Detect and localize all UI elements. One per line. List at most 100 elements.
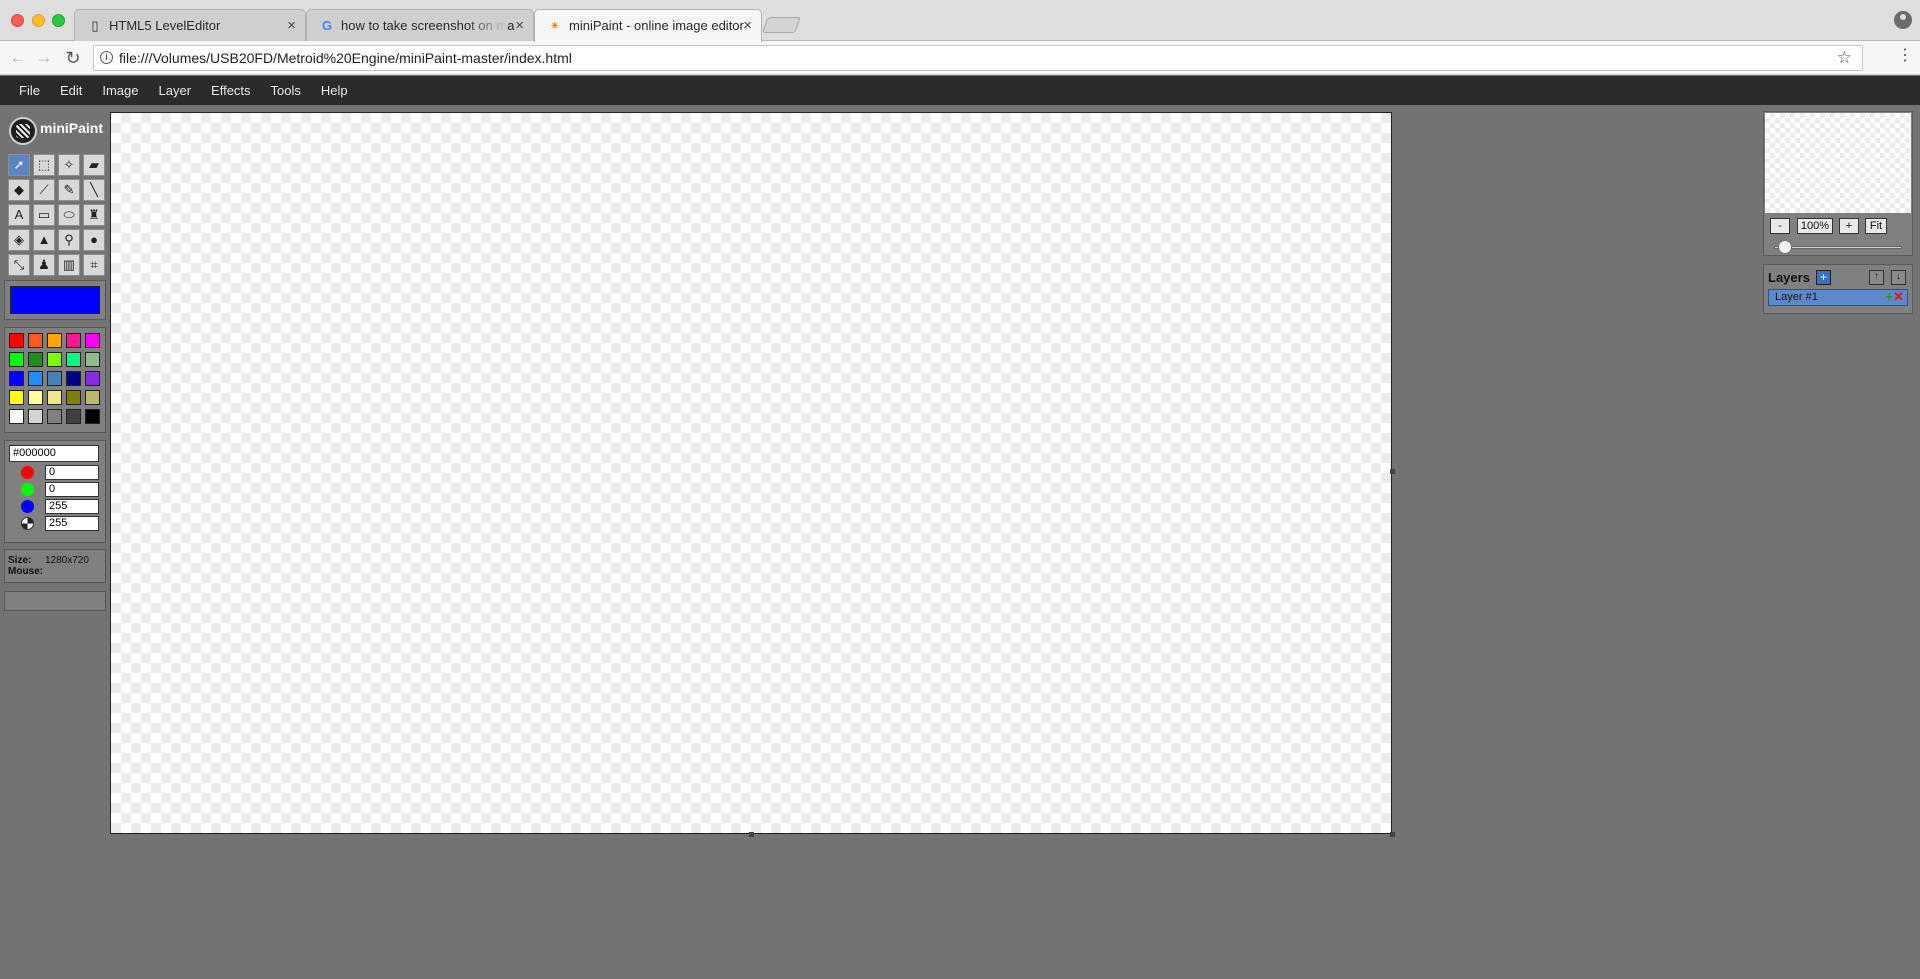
pencil-tool-button[interactable]: ✎ [58, 179, 80, 201]
forward-icon[interactable]: → [34, 48, 54, 68]
close-window-button[interactable] [11, 14, 24, 27]
brush-tool-button[interactable]: ♜ [83, 204, 105, 226]
menu-edit[interactable]: Edit [50, 76, 92, 105]
select-tool-button[interactable]: ➚ [8, 154, 30, 176]
zoom-slider-track[interactable] [1774, 246, 1902, 249]
tab-minipaint[interactable]: ✴ miniPaint - online image editor × [534, 9, 762, 42]
layers-title: Layers [1768, 270, 1810, 285]
drawing-canvas[interactable] [110, 112, 1395, 837]
menu-layer[interactable]: Layer [149, 76, 202, 105]
info-icon[interactable]: i [100, 51, 113, 64]
palette-swatch[interactable] [85, 371, 100, 386]
text-tool-button[interactable]: A [8, 204, 30, 226]
gradient-tool-button[interactable]: ▥ [58, 254, 80, 276]
palette-swatch[interactable] [85, 333, 100, 348]
tab-html5-leveleditor[interactable]: ▯ HTML5 LevelEditor × [74, 9, 306, 41]
red-input[interactable]: 0 [45, 465, 99, 480]
app-logo: miniPaint [4, 111, 106, 145]
url-text[interactable]: file:///Volumes/USB20FD/Metroid%20Engine… [119, 50, 572, 66]
palette-swatch[interactable] [9, 371, 24, 386]
palette-swatch[interactable] [28, 333, 43, 348]
blue-input[interactable]: 255 [45, 499, 99, 514]
profile-icon[interactable] [1894, 11, 1912, 29]
move-layer-up-button[interactable]: ↑ [1869, 270, 1884, 285]
move-layer-down-button[interactable]: ↓ [1891, 270, 1906, 285]
size-value: 1280x720 [45, 555, 89, 566]
address-bar[interactable]: i file:///Volumes/USB20FD/Metroid%20Engi… [93, 45, 1863, 71]
fill-tool-button[interactable]: ◆ [8, 179, 30, 201]
palette-swatch[interactable] [47, 409, 62, 424]
palette-swatch[interactable] [85, 409, 100, 424]
clone-tool-button[interactable]: ♟ [33, 254, 55, 276]
close-icon[interactable]: × [743, 10, 752, 41]
line-tool-button[interactable]: ╲ [83, 179, 105, 201]
palette-swatch[interactable] [85, 352, 100, 367]
zoom-level[interactable]: 100% [1797, 218, 1833, 234]
reload-icon[interactable]: ↻ [63, 48, 83, 68]
palette-swatch[interactable] [9, 352, 24, 367]
resize-tool-button[interactable]: ⤡ [8, 254, 30, 276]
palette-swatch[interactable] [47, 333, 62, 348]
hex-color-input[interactable]: #000000 [9, 445, 99, 462]
back-icon[interactable]: ← [8, 48, 28, 68]
palette-swatch[interactable] [66, 371, 81, 386]
color-picker-tool-button[interactable]: ⟋ [33, 179, 55, 201]
ellipse-tool-button[interactable]: ⬭ [58, 204, 80, 226]
layer-item[interactable]: Layer #1 + ✕ [1768, 289, 1908, 306]
close-icon[interactable]: × [515, 10, 524, 41]
zoom-out-button[interactable]: - [1770, 218, 1790, 234]
alpha-input[interactable]: 255 [45, 516, 99, 531]
palette-swatch[interactable] [47, 352, 62, 367]
layers-panel: Layers + ↑ ↓ Layer #1 + ✕ [1763, 264, 1913, 314]
palette-swatch[interactable] [66, 333, 81, 348]
palette-swatch[interactable] [9, 390, 24, 405]
new-tab-button[interactable] [762, 17, 801, 33]
canvas-preview[interactable] [1765, 113, 1911, 213]
main-color-swatch[interactable] [10, 286, 100, 314]
palette-swatch[interactable] [9, 333, 24, 348]
close-icon[interactable]: × [287, 10, 296, 41]
resize-handle-bottom[interactable] [749, 832, 754, 837]
menu-effects[interactable]: Effects [201, 76, 261, 105]
add-layer-button[interactable]: + [1816, 270, 1831, 285]
bulge-tool-button[interactable]: ● [83, 229, 105, 251]
menu-file[interactable]: File [0, 76, 50, 105]
rect-select-tool-button[interactable]: ⬚ [33, 154, 55, 176]
zoom-fit-button[interactable]: Fit [1865, 218, 1887, 234]
bookmark-star-icon[interactable]: ☆ [1837, 46, 1852, 70]
rectangle-tool-button[interactable]: ▭ [33, 204, 55, 226]
sharpen-tool-button[interactable]: ▲ [33, 229, 55, 251]
palette-swatch[interactable] [66, 390, 81, 405]
blur-tool-button[interactable]: ◈ [8, 229, 30, 251]
magic-wand-tool-button[interactable]: ✧ [58, 154, 80, 176]
zoom-tool-button[interactable]: ⚲ [58, 229, 80, 251]
resize-handle-corner[interactable] [1390, 832, 1395, 837]
eraser-tool-button[interactable]: ▰ [83, 154, 105, 176]
palette-swatch[interactable] [28, 371, 43, 386]
palette-swatch[interactable] [66, 409, 81, 424]
zoom-in-button[interactable]: + [1839, 218, 1859, 234]
tab-google-search[interactable]: G how to take screenshot on ma × [306, 9, 534, 41]
delete-layer-icon[interactable]: ✕ [1893, 289, 1904, 304]
zoom-slider-handle[interactable] [1778, 240, 1792, 254]
minimize-window-button[interactable] [32, 14, 45, 27]
palette-swatch[interactable] [9, 409, 24, 424]
crop-tool-button[interactable]: ⌗ [83, 254, 105, 276]
palette-swatch[interactable] [28, 409, 43, 424]
green-input[interactable]: 0 [45, 482, 99, 497]
blue-channel-icon [21, 500, 34, 513]
zoom-window-button[interactable] [52, 14, 65, 27]
browser-menu-icon[interactable]: ⋮ [1897, 46, 1913, 66]
menu-image[interactable]: Image [92, 76, 148, 105]
duplicate-layer-icon[interactable]: + [1885, 289, 1893, 304]
palette-swatch[interactable] [28, 390, 43, 405]
red-channel-icon [21, 466, 34, 479]
palette-swatch[interactable] [47, 390, 62, 405]
palette-swatch[interactable] [47, 371, 62, 386]
resize-handle-right[interactable] [1390, 469, 1395, 474]
menu-tools[interactable]: Tools [261, 76, 311, 105]
palette-swatch[interactable] [66, 352, 81, 367]
menu-help[interactable]: Help [311, 76, 358, 105]
palette-swatch[interactable] [85, 390, 100, 405]
palette-swatch[interactable] [28, 352, 43, 367]
